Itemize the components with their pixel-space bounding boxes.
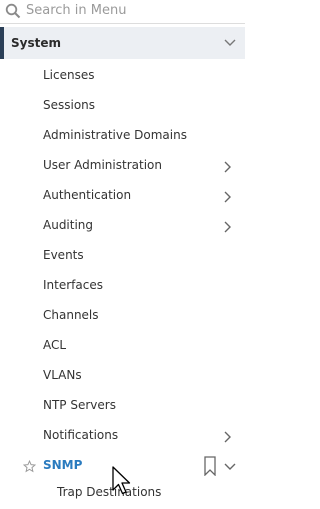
menu-item-channels[interactable]: Channels [0, 301, 245, 331]
bookmark-icon[interactable] [204, 456, 216, 476]
menu-item-sessions[interactable]: Sessions [0, 91, 245, 121]
menu-item-label: SNMP [43, 458, 83, 472]
chevron-right-icon[interactable] [224, 191, 232, 203]
search-input[interactable]: Search in Menu [26, 3, 126, 18]
menu-item-label: Channels [43, 308, 99, 322]
menu-item-label: Events [43, 248, 84, 262]
menu-item-label: VLANs [43, 368, 82, 382]
chevron-down-icon[interactable] [224, 39, 236, 47]
menu-item-notifications[interactable]: Notifications [0, 421, 245, 451]
menu-item-label: Interfaces [43, 278, 103, 292]
menu-item-label: User Administration [43, 158, 162, 172]
menu-item-user-administration[interactable]: User Administration [0, 151, 245, 181]
menu-item-vlans[interactable]: VLANs [0, 361, 245, 391]
menu-item-label: Auditing [43, 218, 94, 232]
chevron-right-icon[interactable] [224, 161, 232, 173]
menu-item-interfaces[interactable]: Interfaces [0, 271, 245, 301]
menu-item-auditing[interactable]: Auditing [0, 211, 245, 241]
menu-item-label: Administrative Domains [43, 128, 187, 142]
menu-item-label: Authentication [43, 188, 132, 202]
chevron-down-icon[interactable] [224, 463, 236, 471]
menu-item-licenses[interactable]: Licenses [0, 61, 245, 91]
menu-item-label: Notifications [43, 428, 119, 442]
menu-item-acl[interactable]: ACL [0, 331, 245, 361]
menu-item-authentication[interactable]: Authentication [0, 181, 245, 211]
section-system[interactable]: System [0, 27, 245, 59]
chevron-right-icon[interactable] [224, 221, 232, 233]
menu-item-administrative-domains[interactable]: Administrative Domains [0, 121, 245, 151]
menu-item-label: Sessions [43, 98, 96, 112]
menu-item-label: ACL [43, 338, 67, 352]
menu-item-label: NTP Servers [43, 398, 116, 412]
mouse-cursor-icon [112, 466, 131, 495]
menu-search[interactable]: Search in Menu [0, 0, 245, 24]
chevron-right-icon[interactable] [224, 431, 232, 443]
section-label: System [11, 36, 61, 50]
menu-item-events[interactable]: Events [0, 241, 245, 271]
star-icon[interactable] [23, 460, 36, 473]
menu-item-ntp-servers[interactable]: NTP Servers [0, 391, 245, 421]
menu-subitem-label: Trap Destinations [57, 485, 162, 499]
menu-item-label: Licenses [43, 68, 95, 82]
search-icon [5, 3, 21, 19]
